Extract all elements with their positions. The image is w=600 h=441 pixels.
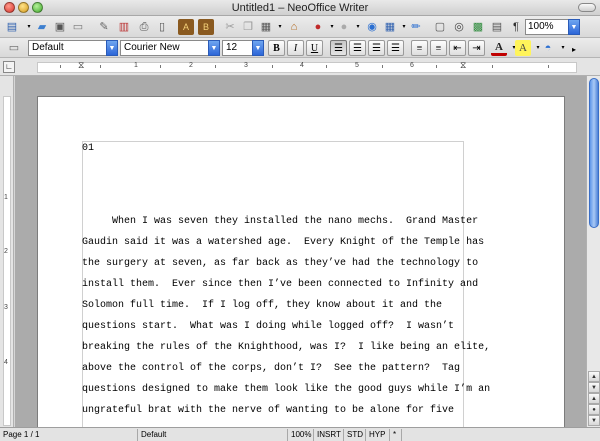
window-title: Untitled1 – NeoOffice Writer — [231, 2, 369, 14]
gallery-icon[interactable]: ▩ — [470, 19, 486, 35]
zoom-field[interactable]: 100% — [525, 19, 569, 35]
zoom-dropdown-arrow-icon[interactable]: ▼ — [568, 19, 580, 35]
show-draw-functions-icon[interactable]: ✏ — [408, 19, 424, 35]
ruler-number: 3 — [244, 62, 248, 69]
document-workspace[interactable]: 01 When I was seven they installed the n… — [15, 76, 586, 427]
new-document-icon[interactable]: ▤ — [4, 19, 20, 35]
zoom-status[interactable]: 100% — [288, 429, 314, 441]
next-page-icon[interactable]: ▼ — [588, 415, 600, 426]
align-left-icon[interactable]: ☰ — [330, 40, 347, 56]
spellcheck-icon[interactable]: A — [178, 19, 194, 35]
selection-mode-status[interactable]: STD — [344, 429, 366, 441]
text-line: 01 — [82, 143, 95, 154]
save-icon[interactable]: ▣ — [52, 19, 68, 35]
navigator-icon[interactable]: ◎ — [451, 19, 467, 35]
vertical-ruler-scale[interactable] — [3, 96, 11, 426]
toolbar-overflow-icon[interactable]: ▸ — [566, 42, 582, 58]
scrollbar-thumb[interactable] — [589, 78, 599, 228]
underline-button[interactable]: U — [306, 40, 323, 56]
email-document-icon[interactable]: ▭ — [70, 19, 86, 35]
paragraph-style-select[interactable]: Default — [28, 40, 108, 56]
cut-icon[interactable]: ✂ — [222, 19, 238, 35]
font-name-dropdown-arrow-icon[interactable]: ▼ — [208, 40, 220, 56]
justify-icon[interactable]: ☰ — [387, 40, 404, 56]
highlighting-icon[interactable]: A — [515, 40, 531, 56]
italic-button[interactable]: I — [287, 40, 304, 56]
document-modified-status: * — [390, 429, 402, 441]
text-line: install them. Ever since then I’ve been … — [82, 279, 479, 290]
text-line: above the control of the corps, don’t I?… — [82, 363, 461, 374]
document-text[interactable]: 01 When I was seven they installed the n… — [82, 143, 490, 416]
formatting-marks-icon[interactable]: ¶ — [508, 19, 524, 35]
left-indent-marker-icon[interactable]: ⧖ — [78, 60, 84, 71]
scroll-down-arrow-icon[interactable]: ▼ — [588, 382, 600, 393]
text-line: questions start. What was I doing while … — [82, 321, 455, 332]
ruler-number: 3 — [4, 304, 8, 311]
edit-file-icon[interactable]: ✎ — [96, 19, 112, 35]
text-line: ungrateful brat with the nerve of wantin… — [82, 405, 455, 416]
page-number-status[interactable]: Page 1 / 1 — [0, 429, 138, 441]
ruler-number: 2 — [189, 62, 193, 69]
open-folder-icon[interactable]: ▰ — [34, 19, 50, 35]
data-sources-icon[interactable]: ▤ — [489, 19, 505, 35]
copy-icon[interactable]: ❐ — [240, 19, 256, 35]
page-preview-icon[interactable]: ▯ — [154, 19, 170, 35]
text-line: Gaudin said it was a watershed age. Ever… — [82, 237, 485, 248]
align-right-icon[interactable]: ☰ — [368, 40, 385, 56]
export-pdf-icon[interactable]: ▥ — [116, 19, 132, 35]
find-replace-icon[interactable]: ▢ — [432, 19, 448, 35]
vertical-ruler: 1 2 3 4 — [0, 76, 14, 427]
styles-formatting-icon[interactable]: ▭ — [6, 40, 22, 56]
bold-button[interactable]: B — [268, 40, 285, 56]
text-line: the surgery at seven, as far back as the… — [82, 258, 479, 269]
ruler-number: 5 — [355, 62, 359, 69]
insert-mode-status[interactable]: INSRT — [314, 429, 344, 441]
ruler-scale[interactable] — [37, 62, 577, 73]
font-color-icon[interactable]: A — [491, 40, 507, 56]
align-center-icon[interactable]: ☰ — [349, 40, 366, 56]
bullets-icon[interactable]: ≡ — [430, 40, 447, 56]
previous-page-icon[interactable]: ▲ — [588, 393, 600, 404]
navigation-icon[interactable]: ● — [588, 404, 600, 415]
status-bar: Page 1 / 1 Default 100% INSRT STD HYP * — [0, 427, 600, 441]
ruler-number: 1 — [134, 62, 138, 69]
page-style-status[interactable]: Default — [138, 429, 288, 441]
font-size-select[interactable]: 12 — [222, 40, 254, 56]
decrease-indent-icon[interactable]: ⇤ — [449, 40, 466, 56]
standard-toolbar: ▤ ▾ ▰ ▣ ▭ ✎ ▥ ⎙ ▯ A B ✂ ❐ ▦ ▾ ⌂ ● ▾ ● ▾ … — [0, 16, 600, 38]
ruler-number: 6 — [410, 62, 414, 69]
clone-formatting-icon[interactable]: ⌂ — [286, 19, 302, 35]
font-size-dropdown-arrow-icon[interactable]: ▼ — [252, 40, 264, 56]
font-name-select[interactable]: Courier New — [120, 40, 210, 56]
numbering-icon[interactable]: ≡ — [411, 40, 428, 56]
paragraph-style-dropdown-arrow-icon[interactable]: ▼ — [106, 40, 118, 56]
scroll-up-arrow-icon[interactable]: ▲ — [588, 371, 600, 382]
document-page[interactable]: 01 When I was seven they installed the n… — [37, 96, 565, 427]
background-color-icon[interactable]: ◓ — [540, 40, 556, 56]
title-bar: Untitled1 – NeoOffice Writer — [0, 0, 600, 16]
vertical-scrollbar[interactable]: ▲ ▼ ▲ ● ▼ — [586, 76, 600, 427]
ruler-number: 1 — [4, 194, 8, 201]
hyphenation-status[interactable]: HYP — [366, 429, 390, 441]
ruler-number: 2 — [4, 248, 8, 255]
increase-indent-icon[interactable]: ⇥ — [468, 40, 485, 56]
text-line: Solomon full time. If I log off, they kn… — [82, 300, 443, 311]
text-line: questions designed to make them look lik… — [82, 384, 491, 395]
ruler-number: 4 — [300, 62, 304, 69]
toolbar-toggle-button[interactable] — [578, 3, 596, 12]
text-line: breaking the rules of the Knighthood, wa… — [82, 342, 491, 353]
ruler-number: 4 — [4, 359, 8, 366]
hyperlink-icon[interactable]: ◉ — [364, 19, 380, 35]
print-icon[interactable]: ⎙ — [136, 19, 152, 35]
tab-stop-type-icon[interactable]: ∟ — [3, 61, 15, 73]
right-indent-marker-icon[interactable]: ⧖ — [460, 60, 466, 71]
text-line: When I was seven they installed the nano… — [82, 216, 479, 227]
formatting-toolbar: ▭ Default ▼ Courier New ▼ 12 ▼ B I U ☰ ☰… — [0, 38, 600, 58]
horizontal-ruler: ∟ 1 2 3 4 5 6 ⧖ ⧖ — [0, 58, 600, 76]
autospellcheck-icon[interactable]: B — [198, 19, 214, 35]
